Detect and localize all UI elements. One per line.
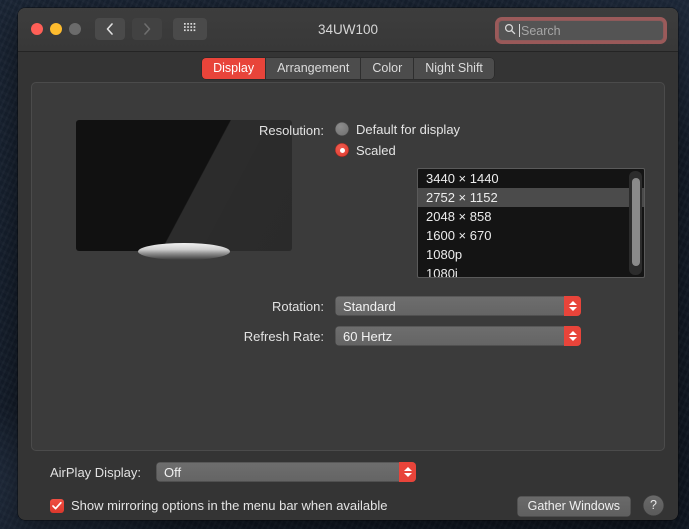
search-text-cursor [519,24,520,37]
rotation-value: Standard [343,298,396,314]
refresh-rate-popup-button[interactable]: 60 Hertz [335,326,581,346]
tab-display[interactable]: Display [202,58,267,79]
tab-group: Display Arrangement Color Night Shift [202,58,494,79]
preference-tabbar: Display Arrangement Color Night Shift [18,52,678,80]
rotation-label: Rotation: [271,299,324,314]
show-mirroring-options-checkbox[interactable] [50,498,64,513]
help-button[interactable]: ? [643,495,664,516]
radio-default-for-display[interactable] [335,122,349,136]
displays-preferences-window: 34UW100 Search Display Arrangement Color… [18,8,678,520]
refresh-rate-label: Refresh Rate: [243,329,324,344]
resolution-list-item[interactable]: 1080p [418,245,644,264]
chevron-updown-icon [564,326,581,346]
tab-night-shift[interactable]: Night Shift [414,58,494,79]
monitor-icon [76,120,292,260]
monitor-screen [76,120,292,251]
resolution-list-item-selected[interactable]: 2752 × 1152 [418,188,644,207]
monitor-stand [138,243,230,260]
search-icon [504,22,516,40]
radio-scaled[interactable] [335,143,349,157]
resolution-label: Resolution: [258,123,324,138]
radio-default-for-display-label: Default for display [356,122,461,137]
resolution-list-item[interactable]: 2048 × 858 [418,207,644,226]
radio-scaled-label: Scaled [356,143,396,158]
display-settings-panel: Resolution: Default for display Scaled 3… [31,82,665,451]
tab-arrangement[interactable]: Arrangement [266,58,362,79]
window-titlebar: 34UW100 Search [18,8,678,52]
desktop-wallpaper: 34UW100 Search Display Arrangement Color… [0,0,689,529]
search-field[interactable]: Search [498,20,664,41]
scrollbar-thumb[interactable] [631,178,640,266]
resolution-list-item[interactable]: 1600 × 670 [418,226,644,245]
show-mirroring-options-row[interactable]: Show mirroring options in the menu bar w… [50,498,388,513]
resolution-list-scrollbar[interactable] [629,171,642,275]
gather-windows-button[interactable]: Gather Windows [516,496,631,517]
chevron-updown-icon [564,296,581,316]
resolution-list-item[interactable]: 1080i [418,264,644,277]
tab-color[interactable]: Color [361,58,415,79]
search-placeholder: Search [521,23,561,38]
chevron-updown-icon [399,462,416,482]
monitor-glare [76,120,292,251]
rotation-popup-button[interactable]: Standard [335,296,581,316]
airplay-display-label: AirPlay Display: [50,465,142,480]
show-mirroring-options-label: Show mirroring options in the menu bar w… [71,498,388,513]
refresh-rate-value: 60 Hertz [343,328,393,344]
airplay-display-value: Off [164,464,182,480]
airplay-display-popup-button[interactable]: Off [156,462,416,482]
resolution-list-item[interactable]: 3440 × 1440 [418,169,644,188]
resolution-list[interactable]: 3440 × 1440 2752 × 1152 2048 × 858 1600 … [417,168,645,278]
